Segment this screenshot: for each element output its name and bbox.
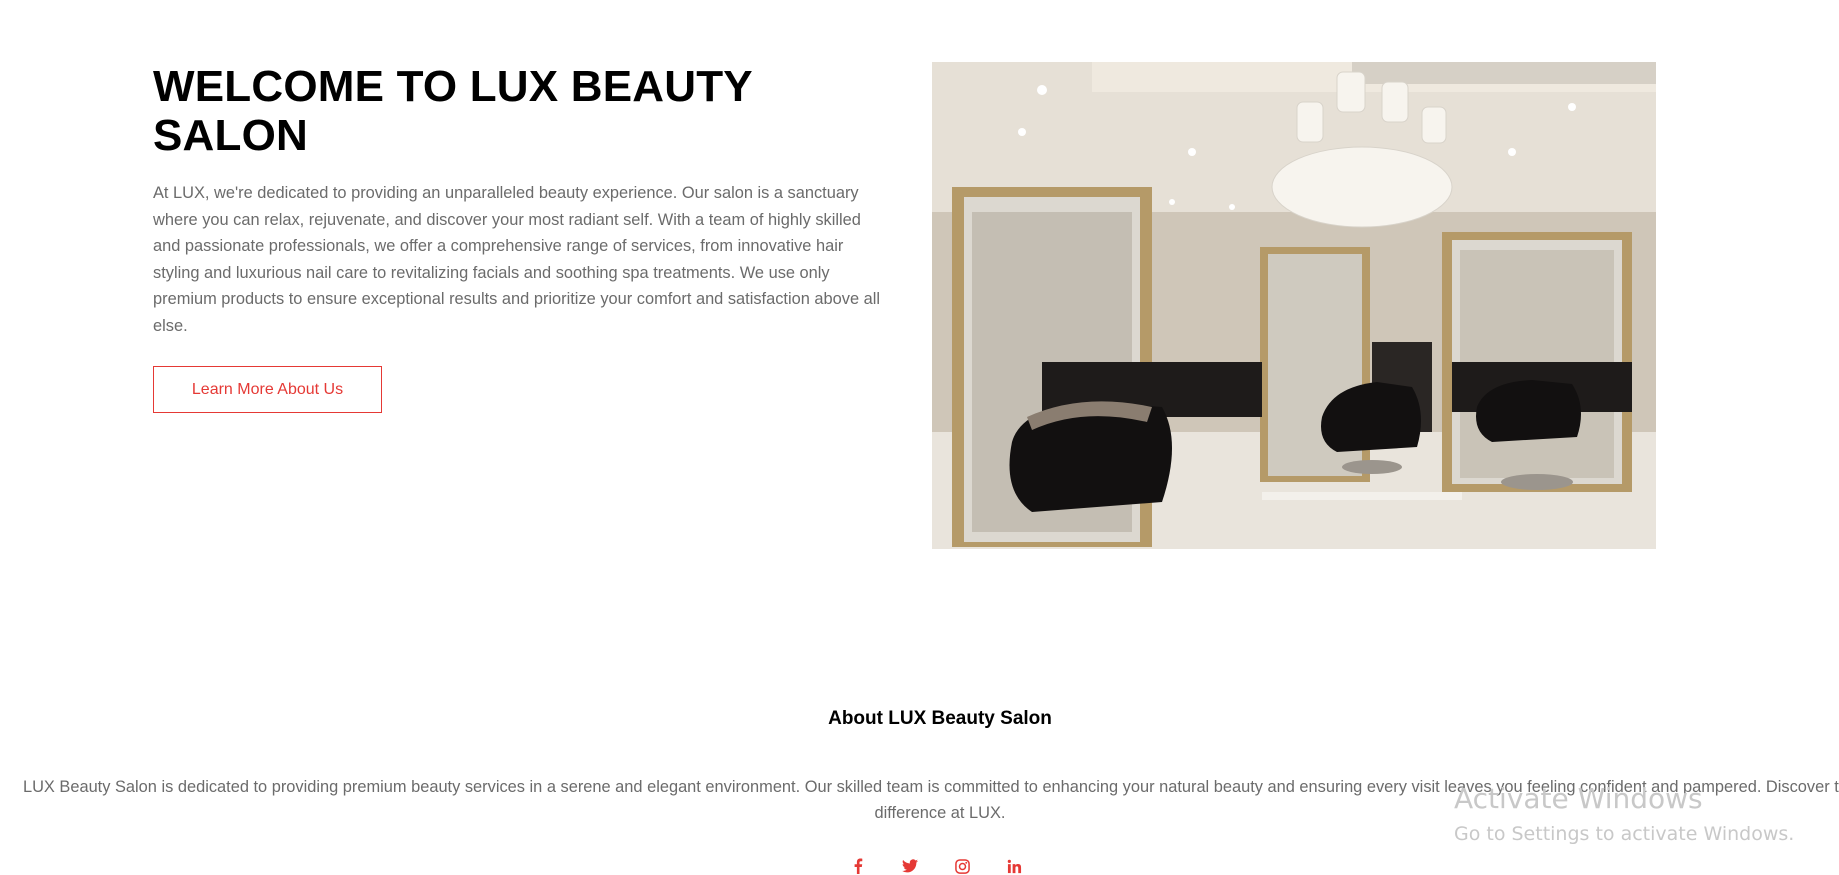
salon-interior-image — [932, 62, 1656, 549]
learn-more-button[interactable]: Learn More About Us — [153, 366, 382, 413]
social-links — [850, 858, 1022, 874]
about-heading: About LUX Beauty Salon — [828, 708, 1052, 729]
facebook-icon[interactable] — [850, 858, 866, 874]
welcome-description: At LUX, we're dedicated to providing an … — [153, 184, 881, 335]
instagram-icon[interactable] — [954, 858, 970, 874]
twitter-icon[interactable] — [902, 858, 918, 874]
watermark-title: Activate Windows — [1454, 782, 1703, 815]
activate-windows-watermark: Activate Windows Go to Settings to activ… — [1454, 781, 1794, 847]
watermark-subtitle: Go to Settings to activate Windows. — [1454, 823, 1795, 845]
welcome-heading: WELCOME TO LUX BEAUTY SALON — [153, 62, 753, 160]
linkedin-icon[interactable] — [1006, 858, 1022, 874]
welcome-text-block: WELCOME TO LUX BEAUTY SALON At LUX, we'r… — [153, 62, 883, 339]
